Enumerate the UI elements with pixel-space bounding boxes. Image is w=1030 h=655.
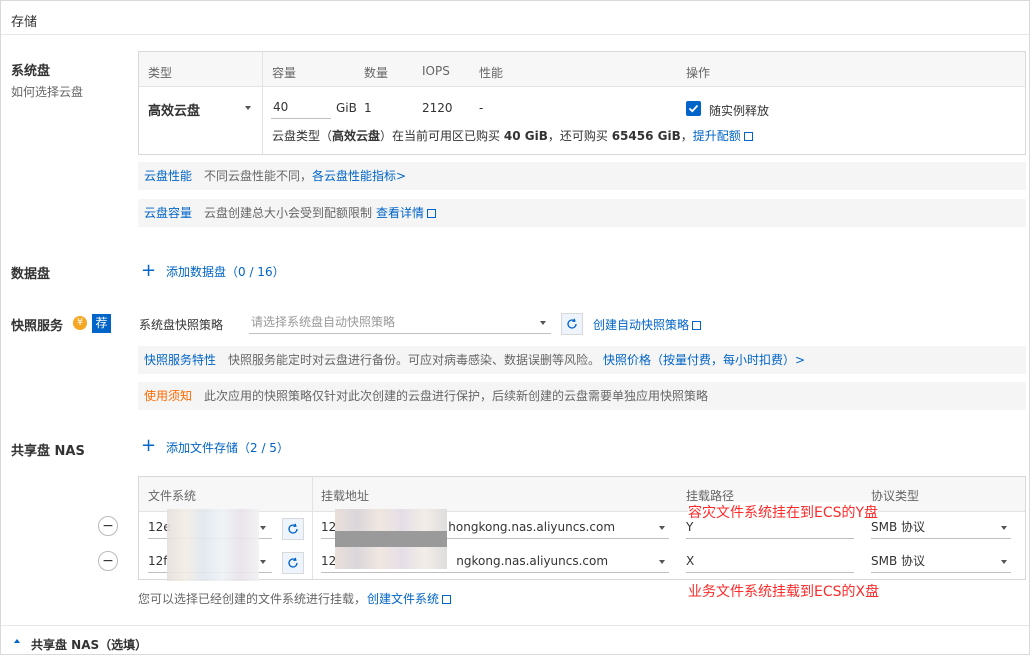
create-snapshot-policy-link[interactable]: 创建自动快照策略	[593, 316, 702, 333]
disk-count: 1	[364, 101, 372, 115]
disk-performance: -	[479, 101, 484, 115]
nas-footer-text: 您可以选择已经创建的文件系统进行挂载，	[138, 592, 367, 606]
annotation-y: 容灾文件系统挂在到ECS的Y盘	[688, 502, 879, 522]
tip-text: 云盘创建总大小会受到配额限制	[204, 206, 373, 220]
yen-icon: ¥	[73, 316, 87, 330]
check-icon	[688, 104, 699, 113]
capacity-unit: GiB	[336, 101, 357, 115]
refresh-button[interactable]	[282, 518, 304, 540]
annotation-x: 业务文件系统挂载到ECS的X盘	[688, 581, 880, 601]
external-link-icon	[427, 209, 437, 218]
tip-text: 不同云盘性能不同，	[204, 169, 313, 183]
system-disk-table: 类型 容量 数量 IOPS 性能 操作 高效云盘 40 GiB 1 2120 -…	[138, 51, 1026, 155]
system-disk-title: 系统盘	[11, 64, 51, 79]
disk-iops: 2120	[422, 101, 453, 115]
redacted-block	[167, 509, 259, 581]
release-checkbox[interactable]	[686, 101, 701, 116]
create-file-system-link[interactable]: 创建文件系统	[367, 590, 452, 607]
remove-row-button[interactable]: −	[98, 516, 118, 536]
protocol-select[interactable]: SMB 协议	[871, 551, 1011, 573]
refresh-button[interactable]	[561, 313, 583, 335]
chevron-up-icon[interactable]	[14, 639, 20, 643]
refresh-icon	[288, 523, 298, 534]
nas-title: 共享盘 NAS	[11, 444, 85, 459]
protocol-select[interactable]: SMB 协议	[871, 517, 1011, 539]
chevron-down-icon	[260, 526, 266, 530]
chevron-down-icon	[1001, 560, 1007, 564]
capacity-input[interactable]: 40	[271, 97, 331, 119]
chevron-down-icon	[659, 526, 665, 530]
tip-snapshot-feature: 快照服务特性 快照服务能定时对云盘进行备份。可应对病毒感染、数据误删等风险。 快…	[138, 346, 1026, 374]
how-to-choose-link[interactable]: 如何选择云盘	[11, 83, 83, 100]
snapshot-title: 快照服务	[11, 319, 64, 334]
tip-text: 此次应用的快照策略仅针对此次创建的云盘进行保护，后续新创建的云盘需要单独应用快照…	[204, 389, 709, 403]
external-link-icon	[442, 595, 452, 604]
add-file-storage-button[interactable]: 添加文件存储（2 / 5）	[166, 439, 289, 456]
col-action: 操作	[686, 66, 711, 80]
snapshot-policy-select[interactable]: 请选择系统盘自动快照策略	[249, 312, 551, 334]
nas-collapse-toggle[interactable]: 共享盘 NAS（选填）	[31, 636, 147, 653]
external-link-icon	[743, 132, 753, 141]
chevron-down-icon	[260, 560, 266, 564]
tip-tag: 云盘容量	[144, 206, 193, 220]
recommend-badge: 荐	[92, 314, 111, 333]
disk-performance-link[interactable]: 各云盘性能指标>	[312, 162, 406, 190]
col-count: 数量	[364, 66, 389, 80]
add-data-disk-button[interactable]: 添加数据盘（0 / 16）	[166, 263, 285, 280]
refresh-icon	[567, 318, 577, 329]
tip-tag: 使用须知	[144, 389, 193, 403]
plus-icon[interactable]: +	[141, 260, 156, 281]
refresh-button[interactable]	[282, 552, 304, 574]
tip-text: 快照服务能定时对云盘进行备份。可应对病毒感染、数据误删等风险。	[228, 353, 601, 367]
plus-icon[interactable]: +	[141, 435, 156, 456]
divider	[1, 34, 1029, 35]
redacted-block	[335, 531, 447, 547]
col-capacity: 容量	[272, 66, 297, 80]
external-link-icon	[692, 321, 702, 330]
chevron-down-icon	[245, 106, 251, 110]
col-iops: IOPS	[422, 64, 450, 78]
refresh-icon	[288, 557, 298, 568]
col-performance: 性能	[479, 66, 504, 80]
col-protocol: 协议类型	[871, 489, 920, 503]
tip-disk-capacity: 云盘容量 云盘创建总大小会受到配额限制 查看详情	[138, 199, 1026, 227]
storage-panel: 存储 系统盘 如何选择云盘 类型 容量 数量 IOPS 性能 操作 高效云盘 4…	[0, 0, 1030, 655]
view-details-link[interactable]: 查看详情	[376, 199, 437, 227]
data-disk-title: 数据盘	[11, 267, 51, 282]
col-mount-address: 挂载地址	[321, 489, 370, 503]
col-type: 类型	[148, 66, 173, 80]
chevron-down-icon	[1001, 526, 1007, 530]
divider	[1, 625, 1029, 626]
tip-disk-performance: 云盘性能 不同云盘性能不同， 各云盘性能指标>	[138, 162, 1026, 190]
mount-path-input[interactable]: X	[686, 551, 854, 573]
snapshot-price-link[interactable]: 快照价格（按量付费，每小时扣费）>	[603, 346, 805, 374]
raise-quota-link[interactable]: 提升配额	[693, 129, 741, 143]
tip-usage-notice: 使用须知 此次应用的快照策略仅针对此次创建的云盘进行保护，后续新创建的云盘需要单…	[138, 382, 1026, 410]
nas-table: 文件系统 挂载地址 挂载路径 协议类型 12e 12 hongkong.nas.a…	[138, 476, 1026, 580]
remove-row-button[interactable]: −	[98, 551, 118, 571]
tip-tag: 云盘性能	[144, 169, 193, 183]
release-label: 随实例释放	[709, 104, 770, 118]
chevron-down-icon	[659, 560, 665, 564]
chevron-down-icon	[540, 321, 546, 325]
tip-tag: 快照服务特性	[144, 353, 217, 367]
section-title: 存储	[11, 15, 38, 30]
disk-type-select[interactable]: 高效云盘	[148, 100, 200, 119]
col-file-system: 文件系统	[148, 489, 197, 503]
quota-text: 云盘类型（高效云盘）在当前可用区已购买 40 GiB，还可购买 65456 Gi…	[272, 127, 753, 144]
snapshot-policy-label: 系统盘快照策略	[139, 318, 224, 332]
